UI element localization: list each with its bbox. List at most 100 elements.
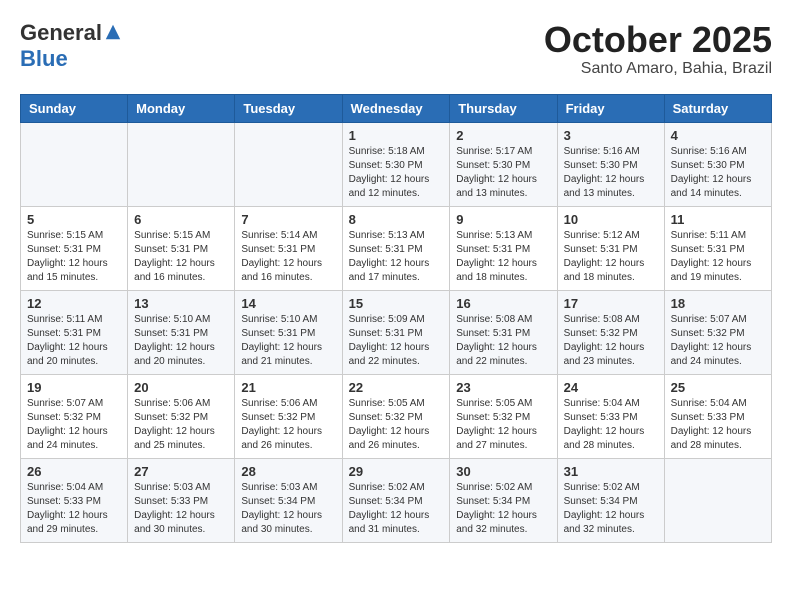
calendar-cell: 11Sunrise: 5:11 AM Sunset: 5:31 PM Dayli… <box>664 206 771 290</box>
day-info: Sunrise: 5:16 AM Sunset: 5:30 PM Dayligh… <box>671 145 765 201</box>
calendar-cell: 9Sunrise: 5:13 AM Sunset: 5:31 PM Daylig… <box>450 206 557 290</box>
calendar-cell <box>664 458 771 542</box>
day-info: Sunrise: 5:12 AM Sunset: 5:31 PM Dayligh… <box>564 229 658 285</box>
day-info: Sunrise: 5:17 AM Sunset: 5:30 PM Dayligh… <box>456 145 550 201</box>
day-info: Sunrise: 5:10 AM Sunset: 5:31 PM Dayligh… <box>241 313 335 369</box>
calendar-cell: 19 Sunrise: 5:07 AM Sunset: 5:32 PM Dayli… <box>21 374 128 458</box>
logo-blue: Blue <box>20 46 68 72</box>
calendar-cell: 2 Sunrise: 5:17 AM Sunset: 5:30 PM Daylig… <box>450 122 557 206</box>
day-number: 26 <box>27 464 121 479</box>
day-number: 3 <box>564 128 658 143</box>
day-info: Sunrise: 5:07 AM Sunset: 5:32 PM Dayligh… <box>671 313 765 369</box>
calendar-cell: 23 Sunrise: 5:05 AM Sunset: 5:32 PM Dayli… <box>450 374 557 458</box>
week-row-3: 12 Sunrise: 5:11 AM Sunset: 5:31 PM Dayli… <box>21 290 772 374</box>
calendar-cell: 20 Sunrise: 5:06 AM Sunset: 5:32 PM Dayli… <box>128 374 235 458</box>
calendar-cell: 16 Sunrise: 5:08 AM Sunset: 5:31 PM Dayli… <box>450 290 557 374</box>
week-row-4: 19 Sunrise: 5:07 AM Sunset: 5:32 PM Dayli… <box>21 374 772 458</box>
day-number: 13 <box>134 296 228 311</box>
week-row-2: 5 Sunrise: 5:15 AM Sunset: 5:31 PM Daylig… <box>21 206 772 290</box>
calendar-cell: 31 Sunrise: 5:02 AM Sunset: 5:34 PM Dayli… <box>557 458 664 542</box>
day-number: 31 <box>564 464 658 479</box>
day-info: Sunrise: 5:07 AM Sunset: 5:32 PM Dayligh… <box>27 397 121 453</box>
calendar-cell: 29 Sunrise: 5:02 AM Sunset: 5:34 PM Dayli… <box>342 458 450 542</box>
weekday-header-sunday: Sunday <box>21 94 128 122</box>
day-number: 23 <box>456 380 550 395</box>
calendar-cell <box>235 122 342 206</box>
day-number: 25 <box>671 380 765 395</box>
day-number: 21 <box>241 380 335 395</box>
day-info: Sunrise: 5:16 AM Sunset: 5:30 PM Dayligh… <box>564 145 658 201</box>
day-number: 29 <box>349 464 444 479</box>
day-info: Sunrise: 5:03 AM Sunset: 5:33 PM Dayligh… <box>134 481 228 537</box>
week-row-5: 26Sunrise: 5:04 AM Sunset: 5:33 PM Dayli… <box>21 458 772 542</box>
day-info: Sunrise: 5:18 AM Sunset: 5:30 PM Dayligh… <box>349 145 444 201</box>
day-info: Sunrise: 5:11 AM Sunset: 5:31 PM Dayligh… <box>671 229 765 285</box>
logo: General Blue <box>20 20 122 72</box>
calendar-cell: 5 Sunrise: 5:15 AM Sunset: 5:31 PM Daylig… <box>21 206 128 290</box>
calendar-cell: 28Sunrise: 5:03 AM Sunset: 5:34 PM Dayli… <box>235 458 342 542</box>
day-info: Sunrise: 5:13 AM Sunset: 5:31 PM Dayligh… <box>456 229 550 285</box>
day-info: Sunrise: 5:15 AM Sunset: 5:31 PM Dayligh… <box>27 229 121 285</box>
page-header: General Blue October 2025 Santo Amaro, B… <box>20 20 772 78</box>
day-number: 4 <box>671 128 765 143</box>
calendar-cell: 27Sunrise: 5:03 AM Sunset: 5:33 PM Dayli… <box>128 458 235 542</box>
calendar-cell: 17Sunrise: 5:08 AM Sunset: 5:32 PM Dayli… <box>557 290 664 374</box>
calendar-cell: 24 Sunrise: 5:04 AM Sunset: 5:33 PM Dayli… <box>557 374 664 458</box>
location: Santo Amaro, Bahia, Brazil <box>544 60 772 78</box>
day-number: 20 <box>134 380 228 395</box>
day-info: Sunrise: 5:08 AM Sunset: 5:31 PM Dayligh… <box>456 313 550 369</box>
day-info: Sunrise: 5:15 AM Sunset: 5:31 PM Dayligh… <box>134 229 228 285</box>
weekday-header-wednesday: Wednesday <box>342 94 450 122</box>
calendar-cell: 1 Sunrise: 5:18 AM Sunset: 5:30 PM Daylig… <box>342 122 450 206</box>
calendar-cell: 26Sunrise: 5:04 AM Sunset: 5:33 PM Dayli… <box>21 458 128 542</box>
calendar-cell: 25 Sunrise: 5:04 AM Sunset: 5:33 PM Dayli… <box>664 374 771 458</box>
weekday-header-saturday: Saturday <box>664 94 771 122</box>
calendar-cell: 6 Sunrise: 5:15 AM Sunset: 5:31 PM Daylig… <box>128 206 235 290</box>
day-number: 19 <box>27 380 121 395</box>
day-number: 8 <box>349 212 444 227</box>
day-info: Sunrise: 5:02 AM Sunset: 5:34 PM Dayligh… <box>349 481 444 537</box>
logo-icon <box>104 23 122 41</box>
day-number: 12 <box>27 296 121 311</box>
calendar-cell <box>128 122 235 206</box>
day-number: 28 <box>241 464 335 479</box>
day-number: 5 <box>27 212 121 227</box>
calendar-cell: 10Sunrise: 5:12 AM Sunset: 5:31 PM Dayli… <box>557 206 664 290</box>
weekday-header-monday: Monday <box>128 94 235 122</box>
day-info: Sunrise: 5:06 AM Sunset: 5:32 PM Dayligh… <box>134 397 228 453</box>
day-info: Sunrise: 5:10 AM Sunset: 5:31 PM Dayligh… <box>134 313 228 369</box>
calendar-cell: 8Sunrise: 5:13 AM Sunset: 5:31 PM Daylig… <box>342 206 450 290</box>
calendar-cell: 30Sunrise: 5:02 AM Sunset: 5:34 PM Dayli… <box>450 458 557 542</box>
weekday-header-thursday: Thursday <box>450 94 557 122</box>
day-number: 16 <box>456 296 550 311</box>
day-info: Sunrise: 5:04 AM Sunset: 5:33 PM Dayligh… <box>671 397 765 453</box>
calendar-cell: 18 Sunrise: 5:07 AM Sunset: 5:32 PM Dayli… <box>664 290 771 374</box>
day-info: Sunrise: 5:02 AM Sunset: 5:34 PM Dayligh… <box>564 481 658 537</box>
day-number: 24 <box>564 380 658 395</box>
weekday-header-row: SundayMondayTuesdayWednesdayThursdayFrid… <box>21 94 772 122</box>
calendar-cell: 22Sunrise: 5:05 AM Sunset: 5:32 PM Dayli… <box>342 374 450 458</box>
day-number: 14 <box>241 296 335 311</box>
day-info: Sunrise: 5:11 AM Sunset: 5:31 PM Dayligh… <box>27 313 121 369</box>
calendar-cell <box>21 122 128 206</box>
day-number: 6 <box>134 212 228 227</box>
day-info: Sunrise: 5:05 AM Sunset: 5:32 PM Dayligh… <box>349 397 444 453</box>
calendar-cell: 21Sunrise: 5:06 AM Sunset: 5:32 PM Dayli… <box>235 374 342 458</box>
day-number: 1 <box>349 128 444 143</box>
day-info: Sunrise: 5:14 AM Sunset: 5:31 PM Dayligh… <box>241 229 335 285</box>
calendar-cell: 13 Sunrise: 5:10 AM Sunset: 5:31 PM Dayli… <box>128 290 235 374</box>
calendar-cell: 14 Sunrise: 5:10 AM Sunset: 5:31 PM Dayli… <box>235 290 342 374</box>
day-info: Sunrise: 5:08 AM Sunset: 5:32 PM Dayligh… <box>564 313 658 369</box>
logo-general: General <box>20 20 102 46</box>
day-info: Sunrise: 5:04 AM Sunset: 5:33 PM Dayligh… <box>564 397 658 453</box>
day-number: 7 <box>241 212 335 227</box>
calendar-cell: 3 Sunrise: 5:16 AM Sunset: 5:30 PM Daylig… <box>557 122 664 206</box>
calendar-cell: 12 Sunrise: 5:11 AM Sunset: 5:31 PM Dayli… <box>21 290 128 374</box>
day-number: 18 <box>671 296 765 311</box>
weekday-header-friday: Friday <box>557 94 664 122</box>
day-info: Sunrise: 5:05 AM Sunset: 5:32 PM Dayligh… <box>456 397 550 453</box>
day-number: 2 <box>456 128 550 143</box>
day-info: Sunrise: 5:09 AM Sunset: 5:31 PM Dayligh… <box>349 313 444 369</box>
day-info: Sunrise: 5:02 AM Sunset: 5:34 PM Dayligh… <box>456 481 550 537</box>
title-block: October 2025 Santo Amaro, Bahia, Brazil <box>544 20 772 78</box>
